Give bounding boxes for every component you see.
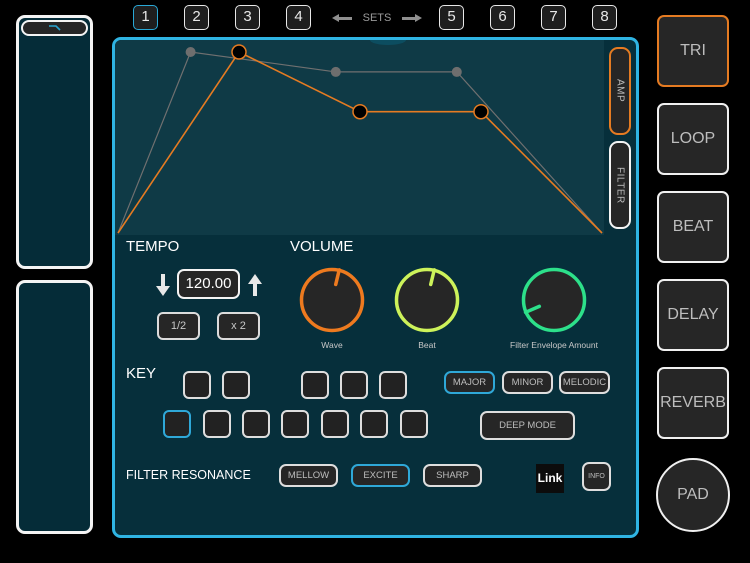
envelope-graph[interactable] (115, 40, 604, 235)
left-slider-panel-top[interactable] (16, 15, 93, 269)
tab-filter[interactable]: FILTER (609, 141, 631, 229)
beat-knob[interactable] (393, 266, 461, 334)
arrow-right-icon (401, 14, 422, 22)
sets-label: SETS (332, 10, 422, 26)
key-sharp-button[interactable] (183, 371, 211, 399)
mode-minor-button[interactable]: MINOR (502, 371, 553, 394)
key-sharp-button[interactable] (379, 371, 407, 399)
tab-amp[interactable]: AMP (609, 47, 631, 135)
key-natural-button[interactable] (360, 410, 388, 438)
key-natural-button[interactable] (281, 410, 309, 438)
reverb-button[interactable]: REVERB (657, 367, 729, 439)
resonance-mellow-button[interactable]: MELLOW (279, 464, 338, 487)
envelope-active-point[interactable] (231, 44, 247, 60)
tempo-title: TEMPO (126, 238, 180, 255)
set-button-1[interactable]: 1 (133, 5, 158, 30)
tempo-up-arrow-icon[interactable] (248, 274, 262, 296)
set-button-5[interactable]: 5 (439, 5, 464, 30)
key-natural-button[interactable] (163, 410, 191, 438)
delay-button[interactable]: DELAY (657, 279, 729, 351)
envelope-ghost-point (451, 66, 462, 77)
ableton-link-button[interactable]: Link (536, 464, 564, 493)
envelope-ghost-point (185, 47, 196, 57)
arrow-left-icon (332, 14, 352, 22)
key-natural-button[interactable] (203, 410, 231, 438)
pad-button[interactable]: PAD (656, 458, 730, 532)
set-button-7[interactable]: 7 (541, 5, 566, 30)
left-slider-panel-bottom[interactable] (16, 280, 93, 534)
set-button-2[interactable]: 2 (184, 5, 209, 30)
mode-major-button[interactable]: MAJOR (444, 371, 495, 394)
set-button-6[interactable]: 6 (490, 5, 515, 30)
key-natural-button[interactable] (400, 410, 428, 438)
knob-ring (394, 267, 460, 333)
set-button-4[interactable]: 4 (286, 5, 311, 30)
tempo-down-arrow-icon[interactable] (156, 274, 170, 296)
tri-button[interactable]: TRI (657, 15, 729, 87)
envelope-active-point[interactable] (473, 103, 489, 120)
knob-ring (521, 267, 587, 333)
info-button[interactable]: INFO (582, 462, 611, 491)
loop-button[interactable]: LOOP (657, 103, 729, 175)
key-natural-button[interactable] (242, 410, 270, 438)
tab-amp-label: AMP (614, 79, 626, 103)
envelope-active-point[interactable] (352, 103, 368, 120)
key-natural-button[interactable] (321, 410, 349, 438)
set-button-3[interactable]: 3 (235, 5, 260, 30)
volume-title: VOLUME (290, 238, 354, 255)
deep-mode-button[interactable]: DEEP MODE (480, 411, 575, 440)
beat-knob-label: Beat (418, 340, 436, 350)
tab-filter-label: FILTER (614, 166, 626, 204)
knob-ring (299, 267, 365, 333)
resonance-excite-button[interactable]: EXCITE (351, 464, 410, 487)
envelope-editor[interactable] (115, 40, 604, 235)
wave-knob[interactable] (298, 266, 366, 334)
envelope-active-line (117, 50, 603, 234)
tempo-double-button[interactable]: x 2 (217, 312, 260, 340)
beat-button[interactable]: BEAT (657, 191, 729, 263)
key-title: KEY (126, 365, 157, 382)
tempo-half-button[interactable]: 1/2 (157, 312, 200, 340)
key-sharp-button[interactable] (222, 371, 250, 399)
slider-handle[interactable] (21, 20, 88, 36)
key-sharp-button[interactable] (301, 371, 329, 399)
set-button-8[interactable]: 8 (592, 5, 617, 30)
key-sharp-button[interactable] (340, 371, 368, 399)
resonance-sharp-button[interactable]: SHARP (423, 464, 482, 487)
envelope-ghost-point (330, 66, 341, 77)
filter-envelope-amount-label: Filter Envelope Amount (510, 340, 598, 350)
tempo-value-display[interactable]: 120.00 (177, 269, 240, 299)
sets-text: SETS (362, 12, 392, 24)
envelope-ghost-line (117, 51, 603, 234)
filter-envelope-amount-knob[interactable] (520, 266, 588, 334)
main-panel: AMP FILTER TEMPO VOLUME 120.00 1/2 x 2 W… (112, 37, 639, 538)
slider-curve-icon (48, 25, 61, 31)
filter-resonance-title: FILTER RESONANCE (126, 468, 251, 482)
mode-melodic-button[interactable]: MELODIC (559, 371, 610, 394)
